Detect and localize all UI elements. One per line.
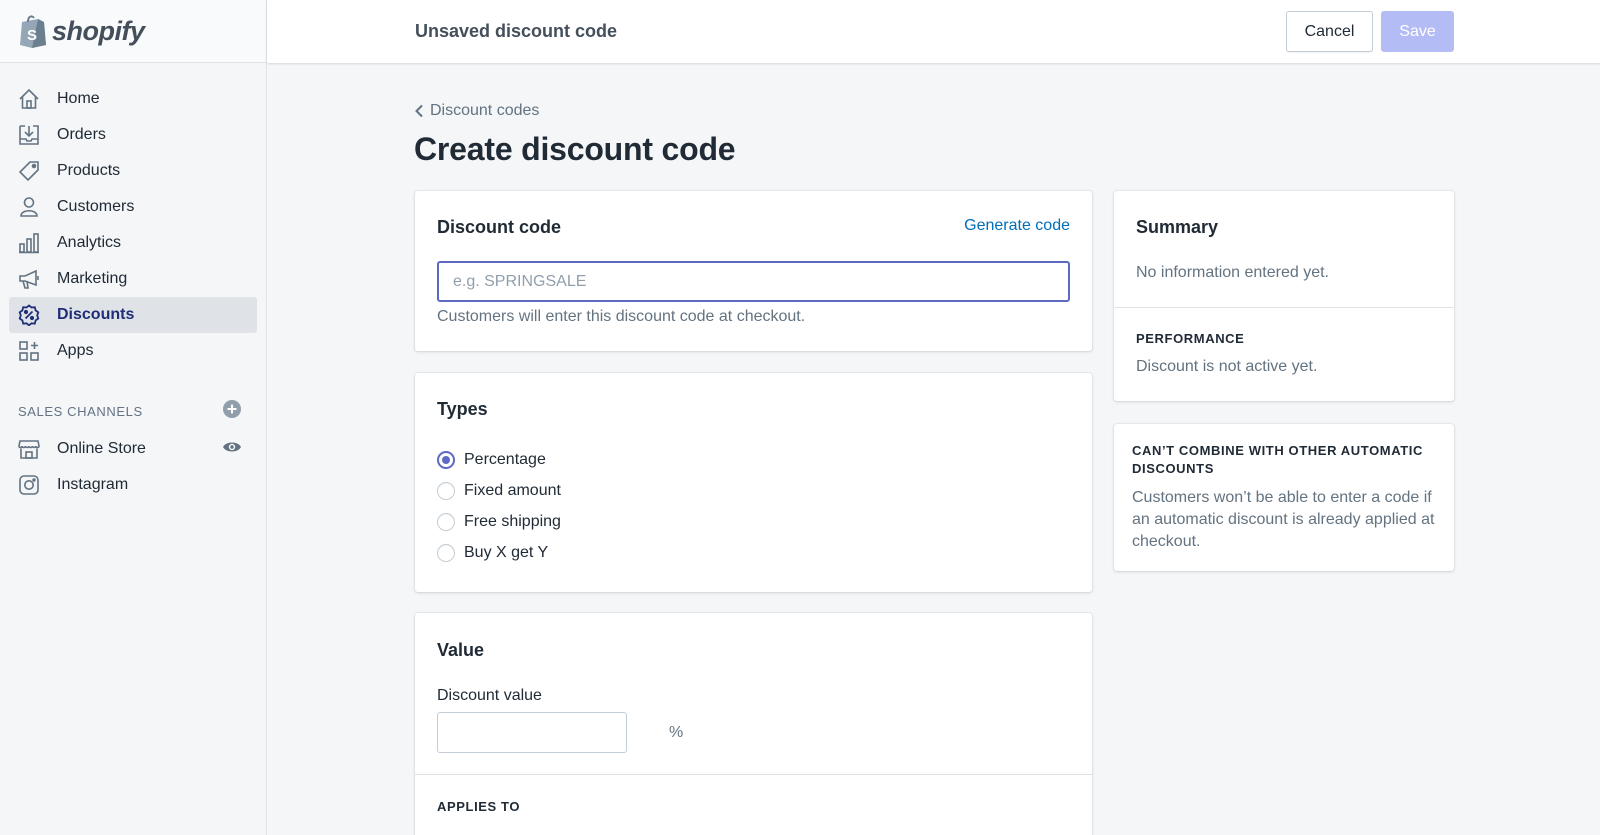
radio-button[interactable]: [437, 513, 455, 531]
unsaved-title: Unsaved discount code: [415, 21, 618, 41]
divider: [415, 774, 1092, 775]
generate-code-link[interactable]: Generate code: [964, 217, 1070, 235]
sidebar-item-orders[interactable]: Orders: [9, 117, 257, 153]
sidebar-item-label: Products: [57, 162, 121, 179]
discount-value-label: Discount value: [437, 687, 542, 704]
top-bar: Unsaved discount code Cancel Save: [267, 0, 1600, 63]
performance-text: Discount is not active yet.: [1136, 358, 1318, 375]
discount-value-input[interactable]: [438, 713, 669, 752]
sidebar-item-products[interactable]: Products: [9, 153, 257, 189]
shopify-logo[interactable]: S shopify: [0, 0, 266, 63]
store-icon: [17, 437, 41, 461]
svg-text:S: S: [27, 27, 37, 44]
add-channel-icon[interactable]: [222, 399, 242, 424]
channel-label: Online Store: [57, 440, 146, 457]
discount-code-heading: Discount code: [437, 217, 562, 237]
summary-heading: Summary: [1136, 217, 1219, 237]
sales-channels-header: SALES CHANNELS: [0, 391, 266, 431]
sidebar-item-label: Discounts: [57, 306, 135, 323]
breadcrumb-label: Discount codes: [430, 102, 540, 119]
summary-card: Summary No information entered yet. PERF…: [1114, 191, 1454, 401]
value-card: Value Discount value % APPLIES TO: [415, 613, 1092, 835]
radio-button[interactable]: [437, 482, 455, 500]
main-nav: Home Orders Products Customers Analytics: [0, 63, 266, 369]
sidebar-item-home[interactable]: Home: [9, 81, 257, 117]
type-option-fixed-amount[interactable]: Fixed amount: [437, 482, 561, 500]
discount-icon: [17, 303, 41, 327]
cancel-button[interactable]: Cancel: [1286, 11, 1373, 52]
discount-code-card: Discount code Generate code Customers wi…: [415, 191, 1092, 351]
sidebar-item-apps[interactable]: Apps: [9, 333, 257, 369]
value-heading: Value: [437, 640, 485, 660]
sidebar-item-label: Orders: [57, 126, 106, 143]
home-icon: [17, 87, 41, 111]
channel-online-store[interactable]: Online Store: [0, 431, 266, 467]
tag-icon: [17, 159, 41, 183]
type-option-label: Percentage: [464, 451, 546, 468]
type-option-buy-x-get-y[interactable]: Buy X get Y: [437, 544, 548, 562]
eye-icon[interactable]: [222, 440, 242, 459]
type-option-percentage[interactable]: Percentage: [437, 451, 546, 469]
type-option-free-shipping[interactable]: Free shipping: [437, 513, 561, 531]
divider: [1114, 307, 1454, 308]
type-option-label: Buy X get Y: [464, 544, 549, 561]
radio-button[interactable]: [437, 544, 455, 562]
combine-body: Customers won’t be able to enter a code …: [1132, 489, 1435, 550]
applies-to-heading: APPLIES TO: [437, 799, 521, 814]
sidebar-item-label: Home: [57, 90, 100, 107]
type-option-label: Free shipping: [464, 513, 561, 530]
breadcrumb[interactable]: Discount codes: [414, 102, 539, 120]
combine-heading: CAN’T COMBINE WITH OTHER AUTOMATIC DISCO…: [1132, 443, 1423, 476]
sidebar-item-label: Marketing: [57, 270, 128, 287]
save-button[interactable]: Save: [1381, 11, 1454, 52]
sidebar-item-label: Apps: [57, 342, 94, 359]
discount-code-input[interactable]: [437, 261, 1070, 302]
sidebar-item-label: Customers: [57, 198, 135, 215]
discount-code-help-text: Customers will enter this discount code …: [437, 308, 806, 325]
instagram-icon: [17, 473, 41, 497]
bar-chart-icon: [17, 231, 41, 255]
sidebar-item-discounts[interactable]: Discounts: [9, 297, 257, 333]
channel-label: Instagram: [57, 476, 129, 493]
sidebar-item-analytics[interactable]: Analytics: [9, 225, 257, 261]
page-title: Create discount code: [414, 131, 736, 167]
summary-empty-text: No information entered yet.: [1136, 264, 1329, 281]
megaphone-icon: [17, 267, 41, 291]
shopping-bag-logo-icon: S: [20, 15, 46, 48]
brand-name: shopify: [52, 15, 145, 46]
sidebar-item-label: Analytics: [57, 234, 122, 251]
combine-notice-card: CAN’T COMBINE WITH OTHER AUTOMATIC DISCO…: [1114, 424, 1454, 571]
type-option-label: Fixed amount: [464, 482, 561, 499]
sales-channels-heading: SALES CHANNELS: [18, 403, 143, 419]
channel-instagram[interactable]: Instagram: [0, 467, 266, 503]
percent-suffix: %: [669, 723, 684, 741]
chevron-left-icon: [415, 104, 423, 118]
orders-icon: [17, 123, 41, 147]
discount-value-field[interactable]: %: [437, 712, 683, 753]
person-icon: [17, 195, 41, 219]
radio-button[interactable]: [437, 451, 455, 469]
apps-icon: [17, 339, 41, 363]
sidebar: S shopify Home Orders Products Customers…: [0, 0, 267, 835]
performance-heading: PERFORMANCE: [1136, 331, 1245, 346]
types-heading: Types: [437, 399, 488, 419]
sidebar-item-marketing[interactable]: Marketing: [9, 261, 257, 297]
sidebar-item-customers[interactable]: Customers: [9, 189, 257, 225]
types-card: Types Percentage Fixed amount Free shipp…: [415, 373, 1092, 592]
